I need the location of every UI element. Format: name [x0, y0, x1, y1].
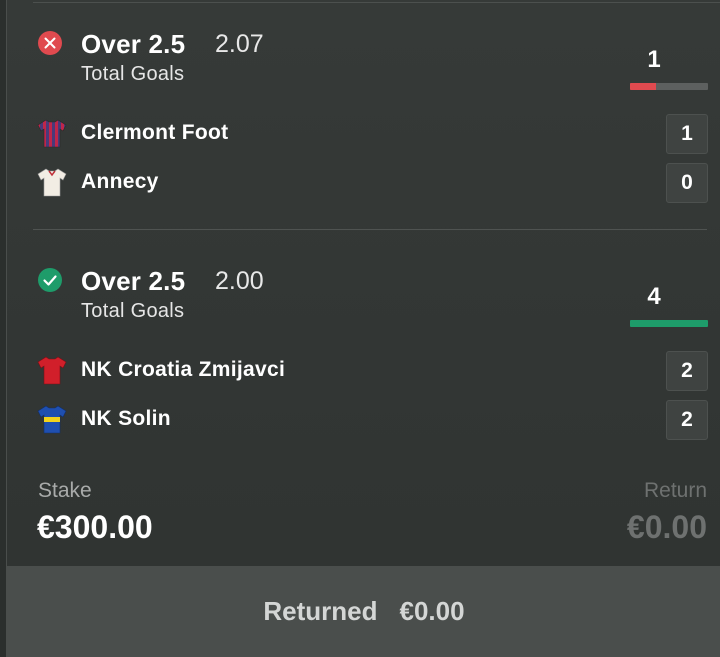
team-name: NK Croatia Zmijavci [81, 358, 286, 381]
team-name: Clermont Foot [81, 121, 229, 144]
market-name: Over 2.5 [81, 29, 186, 59]
odds-value: 2.00 [215, 267, 264, 295]
returned-label: Returned [263, 596, 378, 626]
progress-bar [630, 320, 708, 327]
leg-divider [33, 229, 707, 230]
stake-label: Stake [38, 479, 92, 502]
team-score: 1 [666, 114, 708, 154]
team-row: NK Solin 2 [7, 400, 720, 440]
progress-bar-fill [630, 320, 708, 327]
red-shirt-icon [37, 356, 67, 385]
market-type: Total Goals [81, 63, 185, 85]
team-name: NK Solin [81, 407, 171, 430]
return-label: Return [643, 479, 707, 502]
returned-button[interactable]: Returned €0.00 [7, 566, 720, 657]
check-circle-icon [38, 268, 62, 292]
white-red-shirt-icon [37, 168, 67, 197]
market-name: Over 2.5 [81, 266, 186, 296]
goal-total: 1 [647, 46, 661, 73]
team-score: 0 [666, 163, 708, 203]
progress-bar-fill [630, 83, 656, 90]
team-name: Annecy [81, 170, 159, 193]
market-type: Total Goals [81, 300, 185, 322]
team-row: NK Croatia Zmijavci 2 [7, 351, 720, 391]
return-value: €0.00 [626, 509, 707, 545]
top-divider [33, 2, 720, 3]
goal-total: 4 [647, 283, 661, 310]
team-row: Clermont Foot 1 [7, 114, 720, 154]
bet-card: Over 2.5 2.07 Total Goals 1 Clermont Foo… [6, 0, 720, 657]
striped-red-blue-shirt-icon [37, 119, 67, 148]
progress-bar [630, 83, 708, 90]
team-row: Annecy 0 [7, 163, 720, 203]
odds-value: 2.07 [215, 30, 264, 58]
blue-yellow-shirt-icon [37, 405, 67, 434]
team-score: 2 [666, 351, 708, 391]
stake-value: €300.00 [37, 509, 153, 545]
returned-value: €0.00 [399, 596, 465, 626]
x-circle-icon [38, 31, 62, 55]
team-score: 2 [666, 400, 708, 440]
